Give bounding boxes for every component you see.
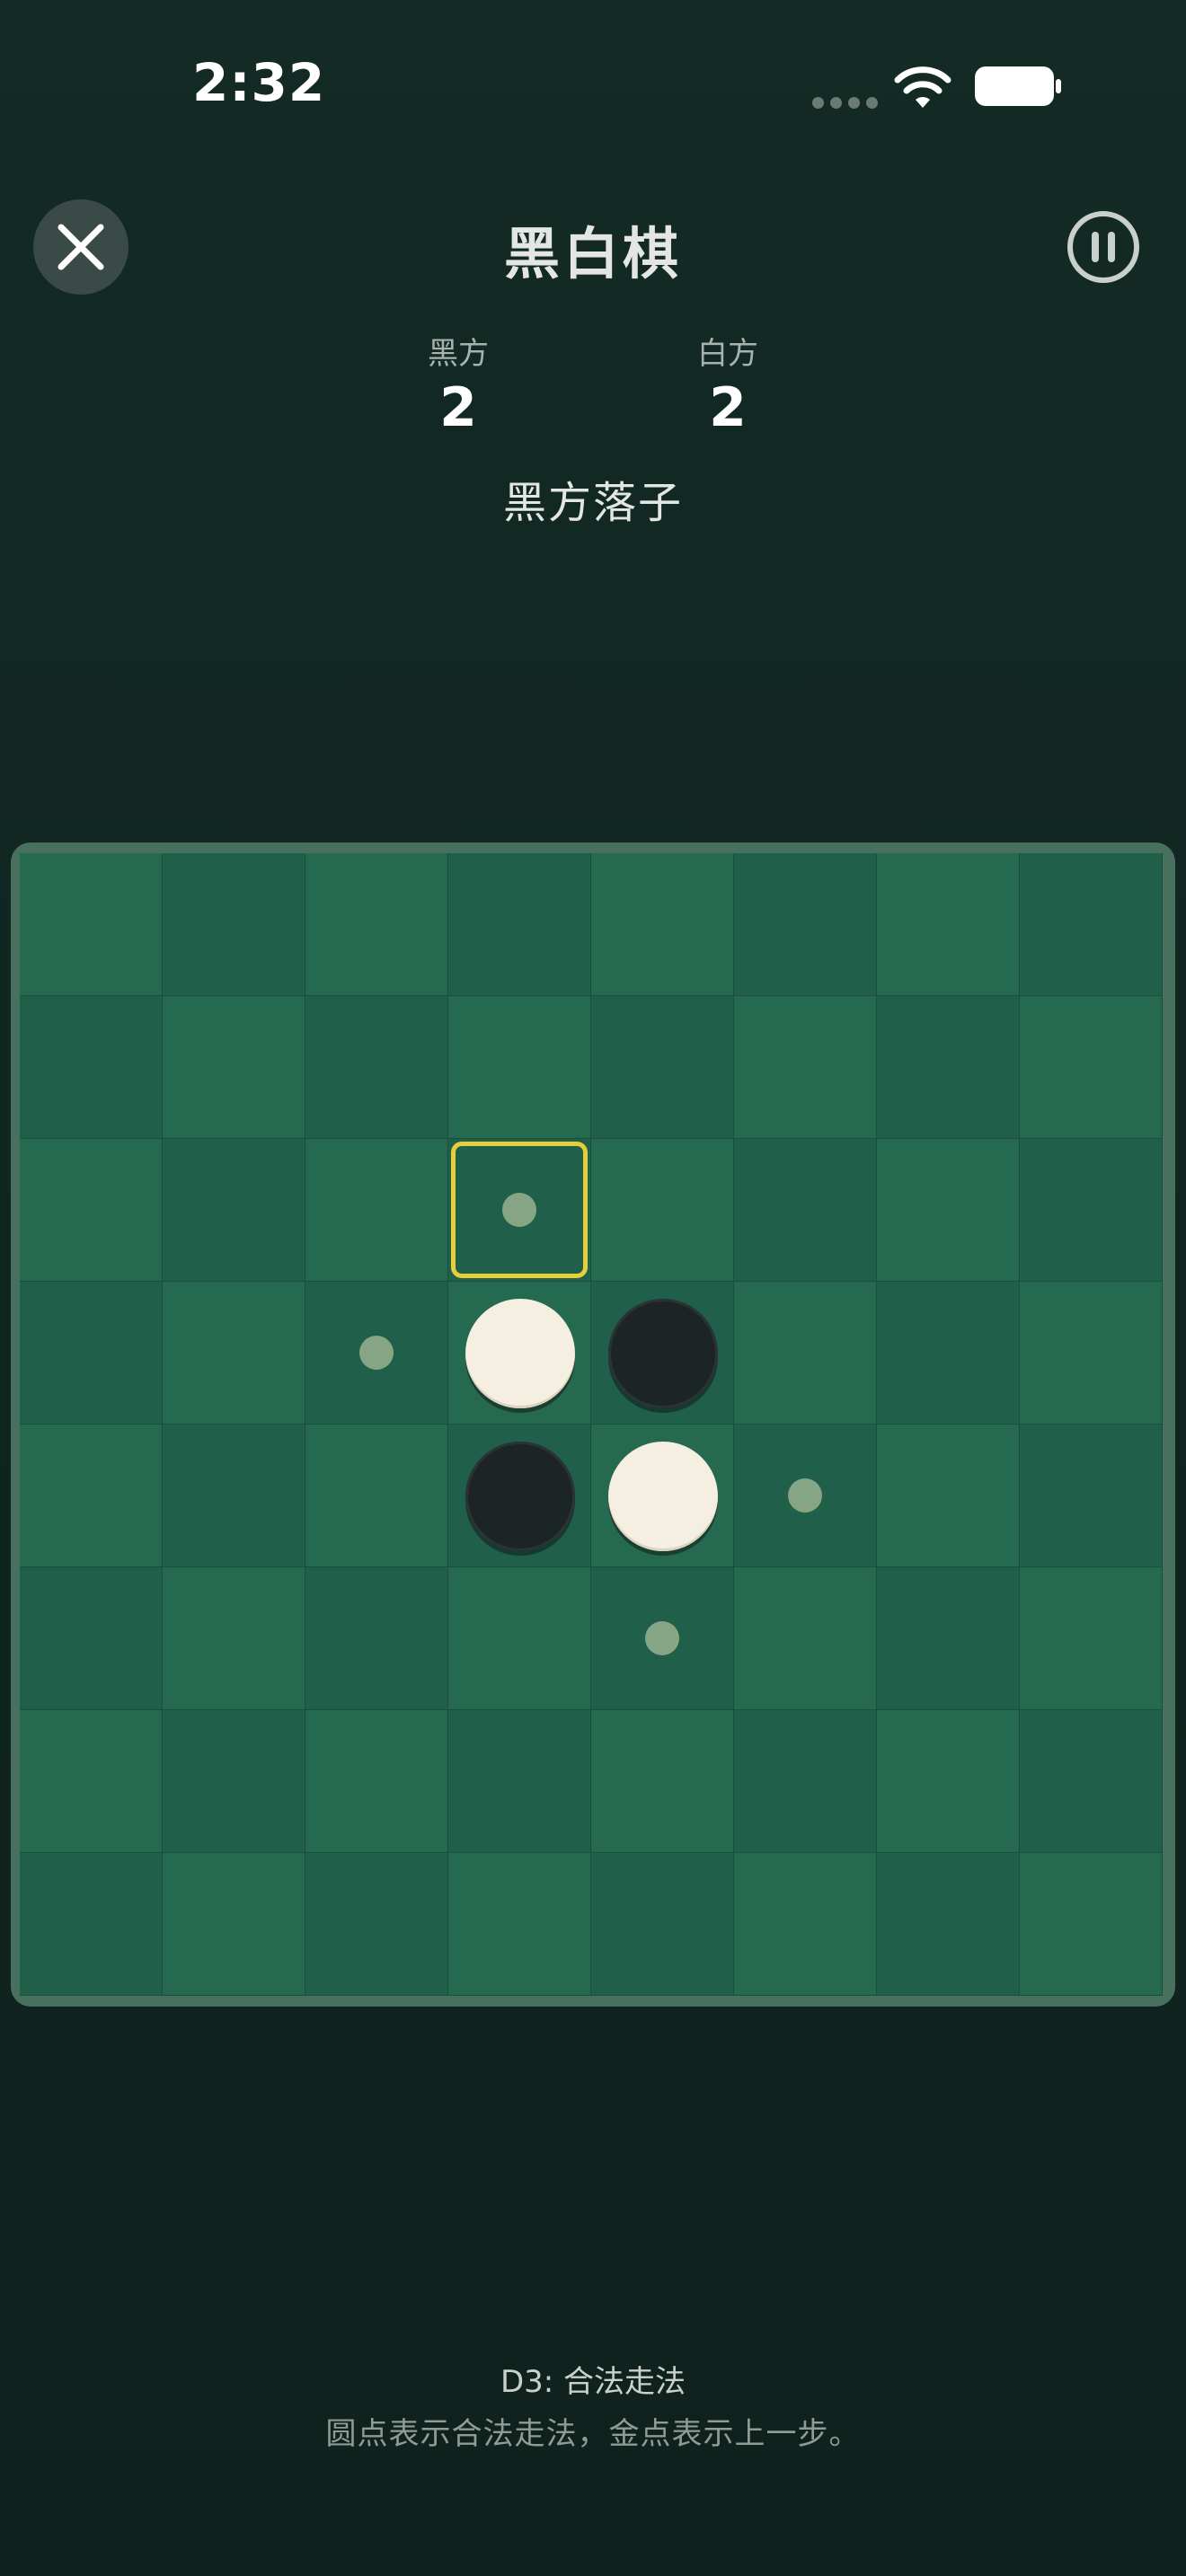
board-cell-d1[interactable] <box>448 853 591 996</box>
move-status: D3: 合法走法 <box>500 2364 686 2400</box>
board-cell-b5[interactable] <box>163 1425 305 1567</box>
turn-indicator: 黑方落子 <box>502 478 683 528</box>
board-cell-h7[interactable] <box>1020 1710 1163 1853</box>
board-cell-a1[interactable] <box>20 853 163 996</box>
board-cell-a2[interactable] <box>20 996 163 1139</box>
board-cell-g4[interactable] <box>877 1282 1020 1425</box>
board-cell-g1[interactable] <box>877 853 1020 996</box>
board-cell-f5[interactable] <box>734 1425 877 1567</box>
legend-hint: 圆点表示合法走法，金点表示上一步。 <box>325 2416 861 2452</box>
board-cell-h4[interactable] <box>1020 1282 1163 1425</box>
board-cell-h5[interactable] <box>1020 1425 1163 1567</box>
legal-move-dot <box>788 1478 822 1513</box>
board-cell-h3[interactable] <box>1020 1139 1163 1282</box>
board-cell-f6[interactable] <box>734 1567 877 1710</box>
board-cell-e2[interactable] <box>591 996 734 1139</box>
black-piece <box>608 1299 718 1408</box>
black-piece <box>465 1442 575 1551</box>
black-score-label: 黑方 <box>428 336 489 372</box>
board-cell-b4[interactable] <box>163 1282 305 1425</box>
black-score-value: 2 <box>439 376 477 439</box>
board-cell-e6[interactable] <box>591 1567 734 1710</box>
board-cell-d2[interactable] <box>448 996 591 1139</box>
board-cell-e7[interactable] <box>591 1710 734 1853</box>
board-cell-d8[interactable] <box>448 1853 591 1996</box>
board-cell-c2[interactable] <box>305 996 448 1139</box>
board-cell-d7[interactable] <box>448 1710 591 1853</box>
board-cell-b7[interactable] <box>163 1710 305 1853</box>
board-cell-f7[interactable] <box>734 1710 877 1853</box>
selected-cell-highlight <box>451 1142 588 1278</box>
board-cell-h8[interactable] <box>1020 1853 1163 1996</box>
board-cell-c4[interactable] <box>305 1282 448 1425</box>
board-cell-d3[interactable] <box>448 1139 591 1282</box>
board-cell-e3[interactable] <box>591 1139 734 1282</box>
board-cell-f2[interactable] <box>734 996 877 1139</box>
board-cell-c7[interactable] <box>305 1710 448 1853</box>
board-cell-g2[interactable] <box>877 996 1020 1139</box>
board-cell-a8[interactable] <box>20 1853 163 1996</box>
board-cell-b8[interactable] <box>163 1853 305 1996</box>
board-cell-h1[interactable] <box>1020 853 1163 996</box>
board-cell-h2[interactable] <box>1020 996 1163 1139</box>
white-score: 白方 2 <box>638 329 818 439</box>
board-cell-a7[interactable] <box>20 1710 163 1853</box>
board-cell-c1[interactable] <box>305 853 448 996</box>
board-cell-g3[interactable] <box>877 1139 1020 1282</box>
board-cell-f4[interactable] <box>734 1282 877 1425</box>
board-cell-e8[interactable] <box>591 1853 734 1996</box>
legal-move-dot <box>359 1336 394 1370</box>
white-piece <box>608 1442 718 1551</box>
board-cell-a3[interactable] <box>20 1139 163 1282</box>
black-score: 黑方 2 <box>368 329 548 439</box>
white-score-label: 白方 <box>697 336 758 372</box>
board-cell-g7[interactable] <box>877 1710 1020 1853</box>
board-cell-h6[interactable] <box>1020 1567 1163 1710</box>
board-cell-b3[interactable] <box>163 1139 305 1282</box>
board-cell-a5[interactable] <box>20 1425 163 1567</box>
board-cell-g6[interactable] <box>877 1567 1020 1710</box>
board-cell-e1[interactable] <box>591 853 734 996</box>
board-cell-e5[interactable] <box>591 1425 734 1567</box>
board-cell-b1[interactable] <box>163 853 305 996</box>
board-cell-c6[interactable] <box>305 1567 448 1710</box>
board-cell-d5[interactable] <box>448 1425 591 1567</box>
board-cell-b6[interactable] <box>163 1567 305 1710</box>
board-cell-g8[interactable] <box>877 1853 1020 1996</box>
page-title: 黑白棋 <box>503 221 682 287</box>
board-cell-c8[interactable] <box>305 1853 448 1996</box>
white-piece <box>465 1299 575 1408</box>
board-cell-a4[interactable] <box>20 1282 163 1425</box>
board-cell-b2[interactable] <box>163 996 305 1139</box>
game-board <box>20 853 1163 1996</box>
white-score-value: 2 <box>709 376 747 439</box>
game-screen: 2:32 黑白棋 黑方 2 白方 2 黑方落子 D3: 合法走法 圆点表示合法走… <box>0 0 1186 2576</box>
cellular-signal-icon <box>812 97 878 109</box>
board-cell-a6[interactable] <box>20 1567 163 1710</box>
board-cell-f8[interactable] <box>734 1853 877 1996</box>
battery-icon <box>975 66 1061 106</box>
board-cell-f3[interactable] <box>734 1139 877 1282</box>
board-cell-c5[interactable] <box>305 1425 448 1567</box>
board-cell-g5[interactable] <box>877 1425 1020 1567</box>
pause-button[interactable] <box>1066 209 1141 285</box>
legal-move-dot <box>645 1621 679 1655</box>
board-cell-d6[interactable] <box>448 1567 591 1710</box>
board-cell-f1[interactable] <box>734 853 877 996</box>
board-cell-c3[interactable] <box>305 1139 448 1282</box>
wifi-icon <box>894 66 951 108</box>
board-cell-d4[interactable] <box>448 1282 591 1425</box>
status-time: 2:32 <box>192 52 326 113</box>
board-cell-e4[interactable] <box>591 1282 734 1425</box>
